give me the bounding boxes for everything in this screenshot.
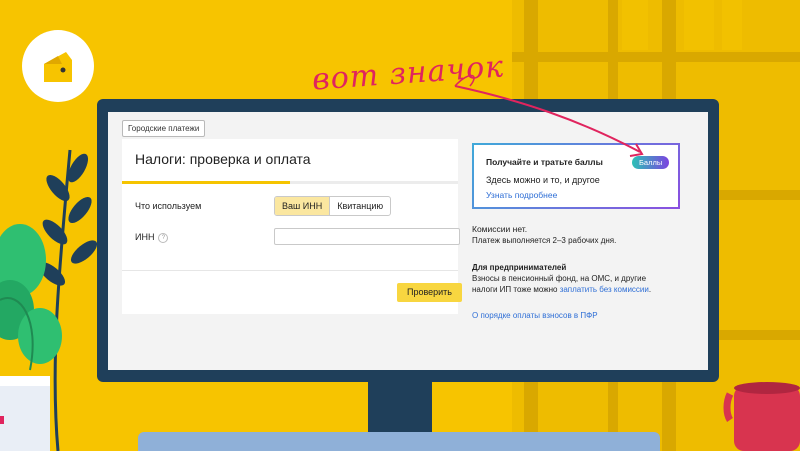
commission-line1: Комиссии нет. xyxy=(472,224,528,234)
promo-text: Здесь можно и то, и другое xyxy=(486,175,600,185)
inn-input[interactable] xyxy=(274,228,460,245)
wallet-icon xyxy=(44,52,72,82)
inn-label: ИНН xyxy=(135,232,155,242)
form-title: Налоги: проверка и оплата xyxy=(135,151,311,167)
progress-track xyxy=(122,181,458,184)
entrepreneurs-line2-prefix: налоги ИП тоже можно xyxy=(472,285,558,294)
commission-line2: Платеж выполняется 2–3 рабочих дня. xyxy=(472,236,617,245)
tax-form-card: Налоги: проверка и оплата Что используем… xyxy=(122,139,462,314)
progress-fill xyxy=(122,181,290,184)
check-button[interactable]: Проверить xyxy=(397,283,462,302)
learn-more-link[interactable]: Узнать подробнее xyxy=(486,190,557,200)
inn-label-row: ИНН? xyxy=(135,232,169,243)
payment-page: Городские платежи Налоги: проверка и опл… xyxy=(108,112,708,370)
pay-without-commission-link[interactable]: заплатить без комиссии xyxy=(560,285,649,294)
points-promo-box: Получайте и тратьте баллы Баллы Здесь мо… xyxy=(472,143,680,209)
monitor-base xyxy=(138,432,660,451)
promo-title: Получайте и тратьте баллы xyxy=(486,157,603,167)
pfr-link[interactable]: О порядке оплаты взносов в ПФР xyxy=(472,310,598,321)
segment-inn[interactable]: Ваш ИНН xyxy=(275,197,331,215)
monitor-stand xyxy=(368,382,432,432)
handwritten-annotation: вот значок xyxy=(311,49,506,98)
help-icon[interactable]: ? xyxy=(158,232,169,243)
points-badge[interactable]: Баллы xyxy=(632,156,670,169)
wallet-logo xyxy=(22,30,94,102)
mug-illustration xyxy=(723,382,800,451)
segment-receipt[interactable]: Квитанцию xyxy=(330,197,390,215)
document-type-switch: Ваш ИНН Квитанцию xyxy=(274,196,392,216)
entrepreneurs-title: Для предпринимателей xyxy=(472,263,567,272)
entrepreneurs-line2-suffix: . xyxy=(648,285,652,294)
entrepreneurs-line1: Взносы в пенсионный фонд, на ОМС, и друг… xyxy=(472,274,647,283)
city-payments-button[interactable]: Городские платежи xyxy=(122,120,206,137)
form-divider xyxy=(122,270,458,271)
entrepreneurs-line2: налоги ИП тоже можно заплатить без комис… xyxy=(472,284,651,295)
commission-info: Комиссии нет. Платеж выполняется 2–3 раб… xyxy=(472,224,616,246)
entrepreneurs-info: Для предпринимателей Взносы в пенсионный… xyxy=(472,262,651,295)
use-label: Что используем xyxy=(135,201,202,211)
